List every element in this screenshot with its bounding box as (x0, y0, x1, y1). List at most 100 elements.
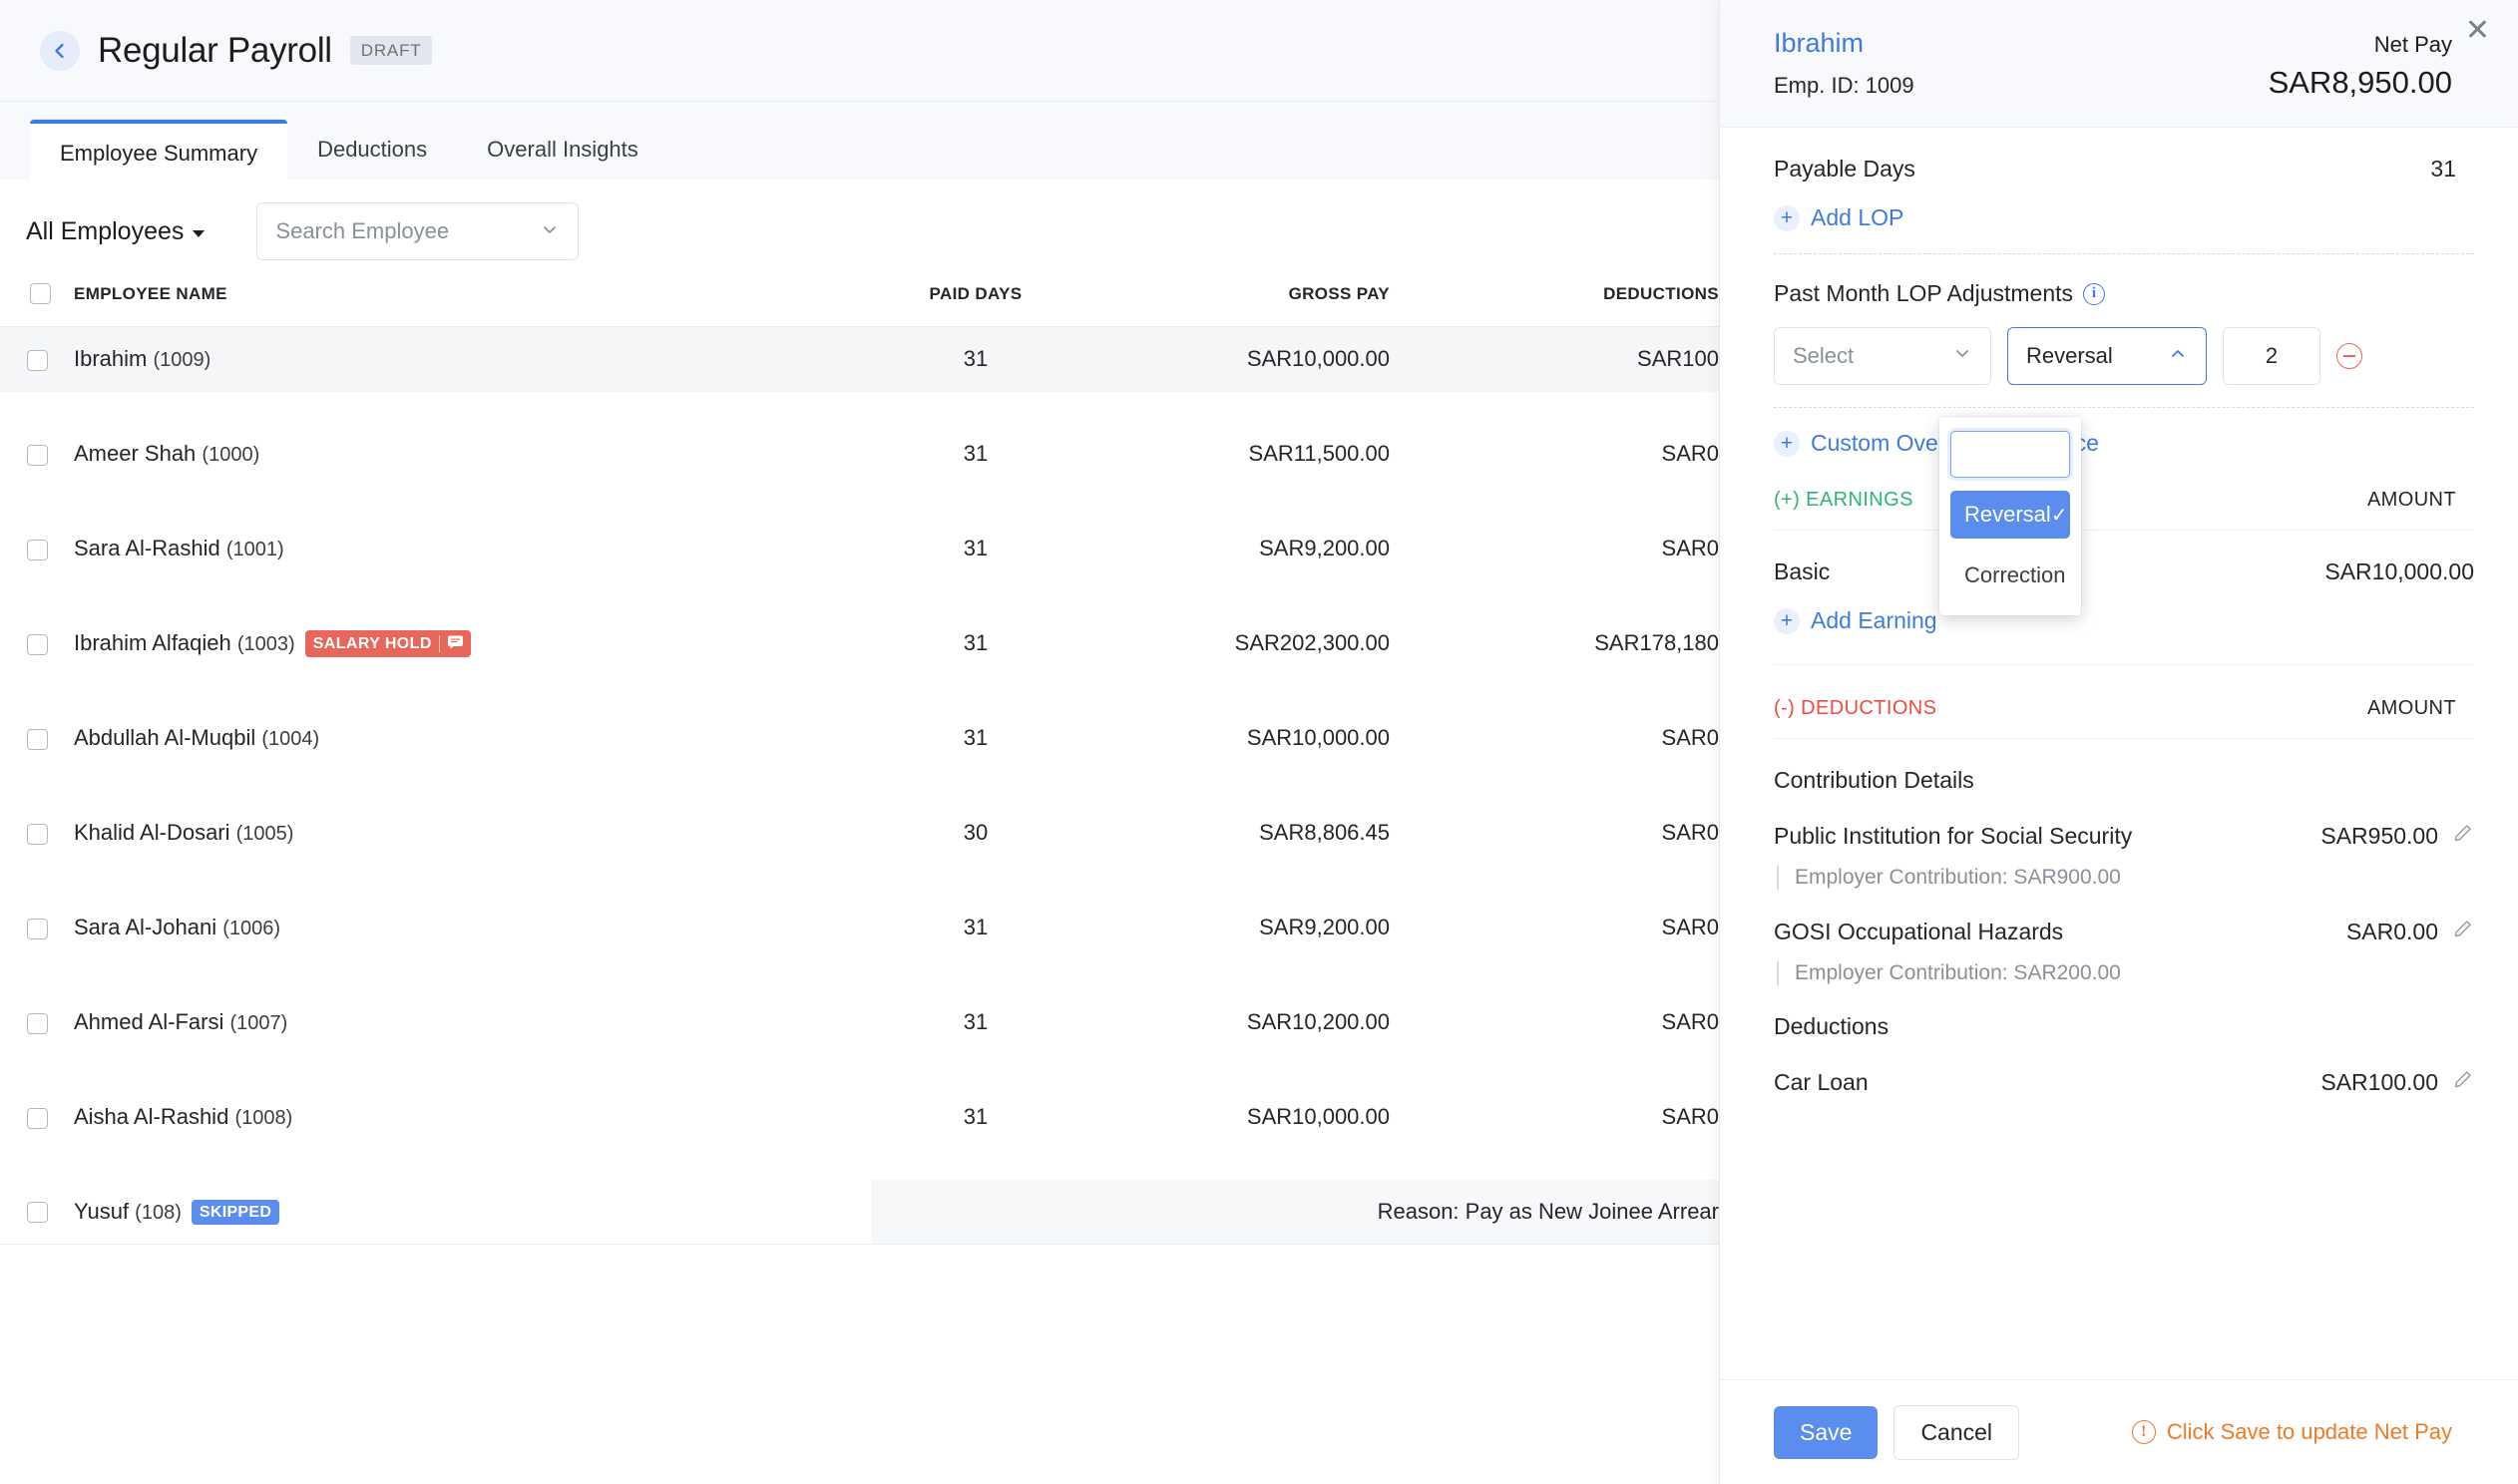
row-checkbox[interactable] (27, 729, 48, 750)
row-select-cell (0, 327, 74, 392)
deductions-cell: SAR0 (1390, 517, 1719, 581)
row-checkbox[interactable] (27, 540, 48, 560)
info-icon[interactable]: i (2083, 283, 2105, 305)
employee-name: Khalid Al-Dosari (74, 820, 230, 845)
chevron-down-icon (540, 219, 560, 244)
panel-employee-name[interactable]: Ibrahim (1774, 28, 1864, 59)
save-warning: ! Click Save to update Net Pay (2132, 1419, 2474, 1445)
contribution-amount: SAR0.00 (2346, 919, 2438, 945)
table-row[interactable]: Abdullah Al-Muqbil (1004)31SAR10,000.00S… (0, 706, 1719, 771)
close-icon[interactable]: ✕ (2465, 16, 2490, 46)
paid-days-cell: 31 (871, 422, 1080, 487)
back-button[interactable] (40, 31, 80, 71)
employee-name: Yusuf (74, 1199, 129, 1224)
employee-name-cell: Ahmed Al-Farsi (1007) (74, 990, 871, 1055)
edit-pencil-icon[interactable] (2452, 1068, 2474, 1096)
dropdown-option-correction[interactable]: Correction (1950, 552, 2070, 599)
tab-employee-summary[interactable]: Employee Summary (30, 120, 287, 180)
row-checkbox[interactable] (27, 1202, 48, 1223)
employee-group-dropdown[interactable]: All Employees (26, 217, 205, 246)
lop-type-value: Reversal (2026, 343, 2113, 369)
row-spacer (0, 487, 1719, 517)
employee-id: (1009) (153, 349, 210, 371)
earnings-section-header: (+) EARNINGS AMOUNT (1774, 463, 2474, 531)
employee-name: Ameer Shah (74, 441, 196, 466)
row-checkbox[interactable] (27, 634, 48, 655)
employee-name-cell: Yusuf (108)SKIPPED (74, 1180, 871, 1245)
row-select-cell (0, 517, 74, 581)
paid-days-cell: 31 (871, 896, 1080, 960)
row-checkbox[interactable] (27, 1013, 48, 1034)
lop-month-select[interactable]: Select (1774, 327, 1991, 385)
lop-type-select[interactable]: Reversal (2007, 327, 2207, 385)
row-checkbox[interactable] (27, 824, 48, 845)
employee-name-cell: Khalid Al-Dosari (1005) (74, 801, 871, 866)
table-row[interactable]: Sara Al-Rashid (1001)31SAR9,200.00SAR0 (0, 517, 1719, 581)
col-employee-name: EMPLOYEE NAME (74, 283, 871, 327)
tab-overall-insights[interactable]: Overall Insights (457, 120, 668, 180)
table-row[interactable]: Ibrahim Alfaqieh (1003)SALARY HOLD31SAR2… (0, 611, 1719, 676)
gross-pay-cell: SAR10,000.00 (1080, 327, 1390, 392)
employee-id: (1000) (202, 444, 259, 466)
row-checkbox[interactable] (27, 350, 48, 371)
row-spacer (0, 392, 1719, 422)
add-lop-button[interactable]: + Add LOP (1774, 204, 1903, 231)
row-checkbox[interactable] (27, 445, 48, 466)
employee-name-cell: Ibrahim (1009) (74, 327, 871, 392)
edit-pencil-icon[interactable] (2452, 822, 2474, 850)
edit-pencil-icon[interactable] (2452, 918, 2474, 945)
minus-circle-icon[interactable] (2336, 343, 2362, 369)
employee-detail-panel: ✕ Ibrahim Net Pay Emp. ID: 1009 SAR8,950… (1719, 0, 2518, 1484)
cancel-button[interactable]: Cancel (1893, 1405, 2019, 1460)
select-all-checkbox[interactable] (30, 283, 51, 304)
row-select-cell (0, 706, 74, 771)
search-employee-input[interactable]: Search Employee (256, 202, 579, 260)
net-pay-label: Net Pay (2374, 32, 2474, 58)
paid-days-cell: 31 (871, 327, 1080, 392)
gross-pay-cell: SAR8,806.45 (1080, 801, 1390, 866)
employee-name: Ibrahim Alfaqieh (74, 630, 231, 655)
table-row[interactable]: Sara Al-Johani (1006)31SAR9,200.00SAR0 (0, 896, 1719, 960)
employee-name: Sara Al-Rashid (74, 536, 220, 560)
employee-name: Ibrahim (74, 346, 147, 371)
status-badge: DRAFT (350, 36, 433, 65)
employee-name-cell: Sara Al-Rashid (1001) (74, 517, 871, 581)
earnings-title: (+) EARNINGS (1774, 489, 1913, 512)
chevron-down-icon (1952, 343, 1972, 369)
comment-icon[interactable] (447, 634, 464, 654)
deductions-cell: SAR0 (1390, 1085, 1719, 1150)
lop-type-search-input[interactable] (1950, 431, 2070, 478)
gross-pay-cell: SAR10,000.00 (1080, 1085, 1390, 1150)
tab-deductions[interactable]: Deductions (287, 120, 457, 180)
row-checkbox[interactable] (27, 919, 48, 939)
panel-body: Payable Days 31 + Add LOP Past Month LOP… (1720, 128, 2518, 1096)
save-button[interactable]: Save (1774, 1406, 1878, 1459)
payable-days-label: Payable Days (1774, 156, 1915, 183)
earning-item: Basic SAR10,000.00 (1774, 531, 2474, 585)
employee-name: Abdullah Al-Muqbil (74, 725, 255, 750)
table-bottom-divider (0, 1245, 1719, 1267)
contribution-note: Employer Contribution: SAR900.00 (1777, 866, 2474, 890)
plus-icon: + (1774, 431, 1800, 457)
dropdown-option-reversal[interactable]: Reversal ✓ (1950, 491, 2070, 539)
employee-id: (1001) (226, 539, 284, 560)
table-row[interactable]: Aisha Al-Rashid (1008)31SAR10,000.00SAR0 (0, 1085, 1719, 1150)
contribution-details-title: Contribution Details (1774, 739, 2474, 794)
past-month-lop-title: Past Month LOP Adjustments i (1774, 280, 2474, 307)
table-row[interactable]: Ibrahim (1009)31SAR10,000.00SAR100 (0, 327, 1719, 392)
deductions-section-header: (-) DEDUCTIONS AMOUNT (1774, 671, 2474, 739)
table-row[interactable]: Yusuf (108)SKIPPEDReason: Pay as New Joi… (0, 1180, 1719, 1245)
table-row[interactable]: Khalid Al-Dosari (1005)30SAR8,806.45SAR0 (0, 801, 1719, 866)
paid-days-cell: 31 (871, 517, 1080, 581)
table-row[interactable]: Ahmed Al-Farsi (1007)31SAR10,200.00SAR0 (0, 990, 1719, 1055)
skip-reason-cell: Reason: Pay as New Joinee Arrear (871, 1180, 1719, 1245)
add-earning-button[interactable]: + Add Earning (1774, 607, 1937, 634)
paid-days-cell: 31 (871, 1085, 1080, 1150)
gross-pay-cell: SAR10,200.00 (1080, 990, 1390, 1055)
lop-days-input[interactable]: 2 (2223, 327, 2320, 385)
table-row[interactable]: Ameer Shah (1000)31SAR11,500.00SAR0 (0, 422, 1719, 487)
earnings-amount-header: AMOUNT (2367, 489, 2474, 512)
row-checkbox[interactable] (27, 1108, 48, 1129)
dropdown-option-label: Correction (1964, 562, 2065, 588)
deductions-cell: SAR0 (1390, 706, 1719, 771)
